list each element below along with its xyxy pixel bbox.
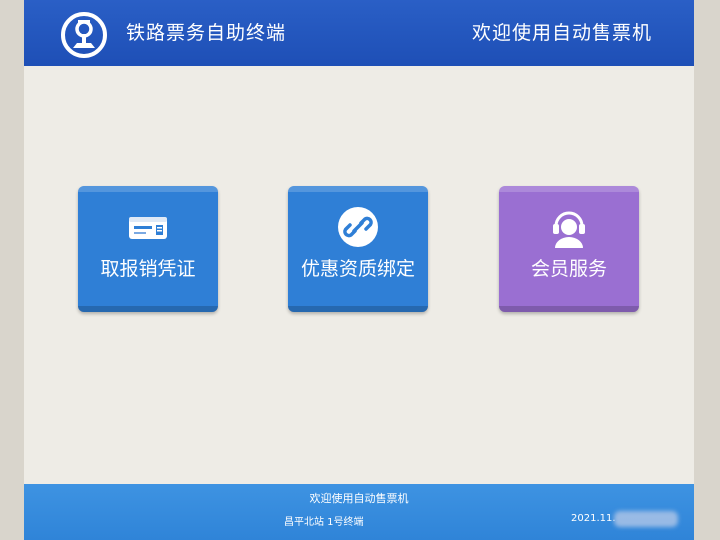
footer-welcome-message: 欢迎使用自动售票机 xyxy=(309,492,409,505)
blurred-time-region xyxy=(614,511,678,527)
tile-label: 优惠资质绑定 xyxy=(300,258,415,280)
station-terminal-label: 昌平北站 1号终端 xyxy=(284,517,364,528)
reimbursement-voucher-button[interactable]: 取报销凭证 xyxy=(78,186,218,312)
headset-agent-icon xyxy=(553,211,585,248)
tile-label: 取报销凭证 xyxy=(100,258,196,280)
china-railway-logo-icon xyxy=(61,12,107,58)
top-header-bar: 铁路票务自助终端 欢迎使用自动售票机 xyxy=(24,0,694,66)
kiosk-screen: 铁路票务自助终端 欢迎使用自动售票机 取报销凭证 优惠资质绑定 会员服务 欢迎使… xyxy=(24,0,694,540)
link-icon xyxy=(338,207,378,247)
welcome-message: 欢迎使用自动售票机 xyxy=(471,22,652,44)
ticket-id-card-icon xyxy=(129,217,167,239)
discount-qualification-binding-button[interactable]: 优惠资质绑定 xyxy=(288,186,428,312)
app-title: 铁路票务自助终端 xyxy=(126,22,287,44)
date-time-display: 2021.11. xyxy=(571,513,616,524)
member-services-button[interactable]: 会员服务 xyxy=(499,186,639,312)
tile-label: 会员服务 xyxy=(530,258,607,280)
bottom-status-bar: 欢迎使用自动售票机 昌平北站 1号终端 2021.11. xyxy=(24,484,694,540)
